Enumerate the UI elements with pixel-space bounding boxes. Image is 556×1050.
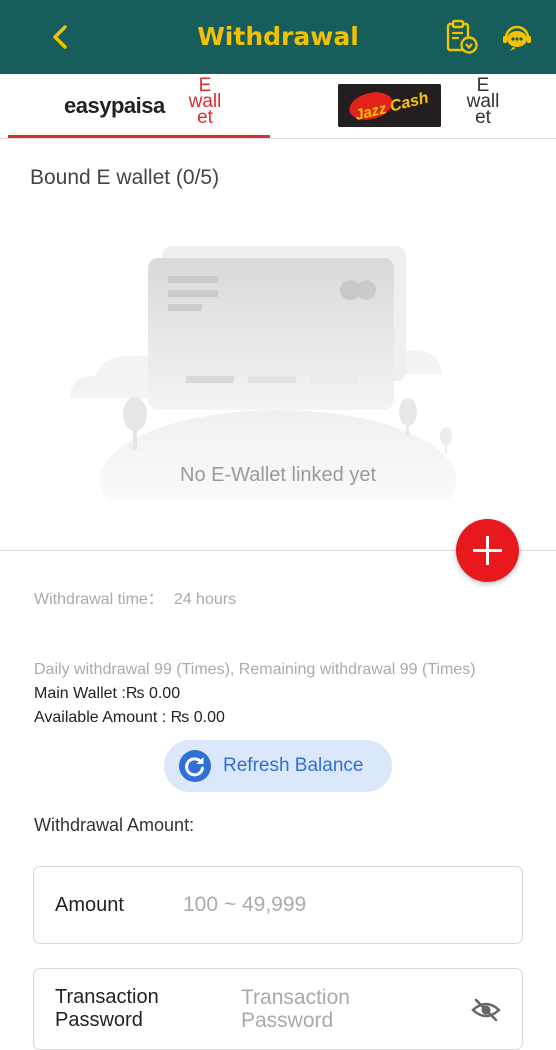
empty-state-text: No E-Wallet linked yet bbox=[180, 464, 376, 486]
daily-withdrawal-limit: Daily withdrawal 99 (Times), Remaining w… bbox=[34, 661, 476, 678]
empty-wallet-illustration bbox=[70, 246, 456, 500]
active-tab-underline bbox=[8, 135, 270, 138]
jazzcash-logo-graphic: Jazz Cash bbox=[338, 84, 441, 127]
refresh-icon bbox=[179, 750, 211, 782]
tab-easypaisa[interactable]: easypaisa E wall et bbox=[0, 74, 278, 138]
amount-label: Amount bbox=[55, 894, 124, 916]
easypaisa-logo-text: easypaisa bbox=[64, 93, 165, 118]
refresh-icon-graphic bbox=[185, 757, 204, 777]
jazzcash-logo: Jazz Cash bbox=[338, 84, 441, 127]
support-icon[interactable] bbox=[498, 18, 536, 56]
transaction-password-label: Transaction Password bbox=[55, 986, 159, 1031]
amount-input[interactable] bbox=[183, 891, 483, 919]
main-wallet-balance: Main Wallet :₨ 0.00 bbox=[34, 685, 181, 702]
transaction-password-field: Transaction Password bbox=[33, 968, 523, 1050]
bound-wallet-title: Bound E wallet (0/5) bbox=[30, 166, 220, 189]
app-header: Withdrawal bbox=[0, 0, 556, 74]
withdrawal-time: Withdrawal time： 24 hours bbox=[34, 585, 236, 609]
transaction-password-input[interactable] bbox=[241, 986, 441, 1046]
easypaisa-logo: easypaisa bbox=[64, 93, 165, 119]
tab-jazzcash[interactable]: Jazz Cash E wall et bbox=[278, 74, 556, 138]
withdrawal-amount-label: Withdrawal Amount: bbox=[34, 815, 195, 835]
add-wallet-button[interactable] bbox=[456, 519, 519, 582]
wallet-tabs: easypaisa E wall et Jazz Cash E wall et bbox=[0, 74, 556, 139]
refresh-balance-label: Refresh Balance bbox=[223, 755, 364, 776]
refresh-balance-button[interactable]: Refresh Balance bbox=[164, 740, 392, 792]
available-amount: Available Amount : ₨ 0.00 bbox=[34, 709, 225, 726]
eye-off-icon[interactable] bbox=[470, 994, 502, 1026]
records-icon[interactable] bbox=[442, 18, 480, 56]
withdrawal-time-value: 24 hours bbox=[173, 591, 237, 608]
tab-easypaisa-label: E wall et bbox=[188, 75, 222, 128]
tab-jazzcash-label: E wall et bbox=[466, 75, 500, 128]
amount-field: Amount bbox=[33, 866, 523, 944]
withdrawal-time-label: Withdrawal time： bbox=[34, 591, 164, 608]
